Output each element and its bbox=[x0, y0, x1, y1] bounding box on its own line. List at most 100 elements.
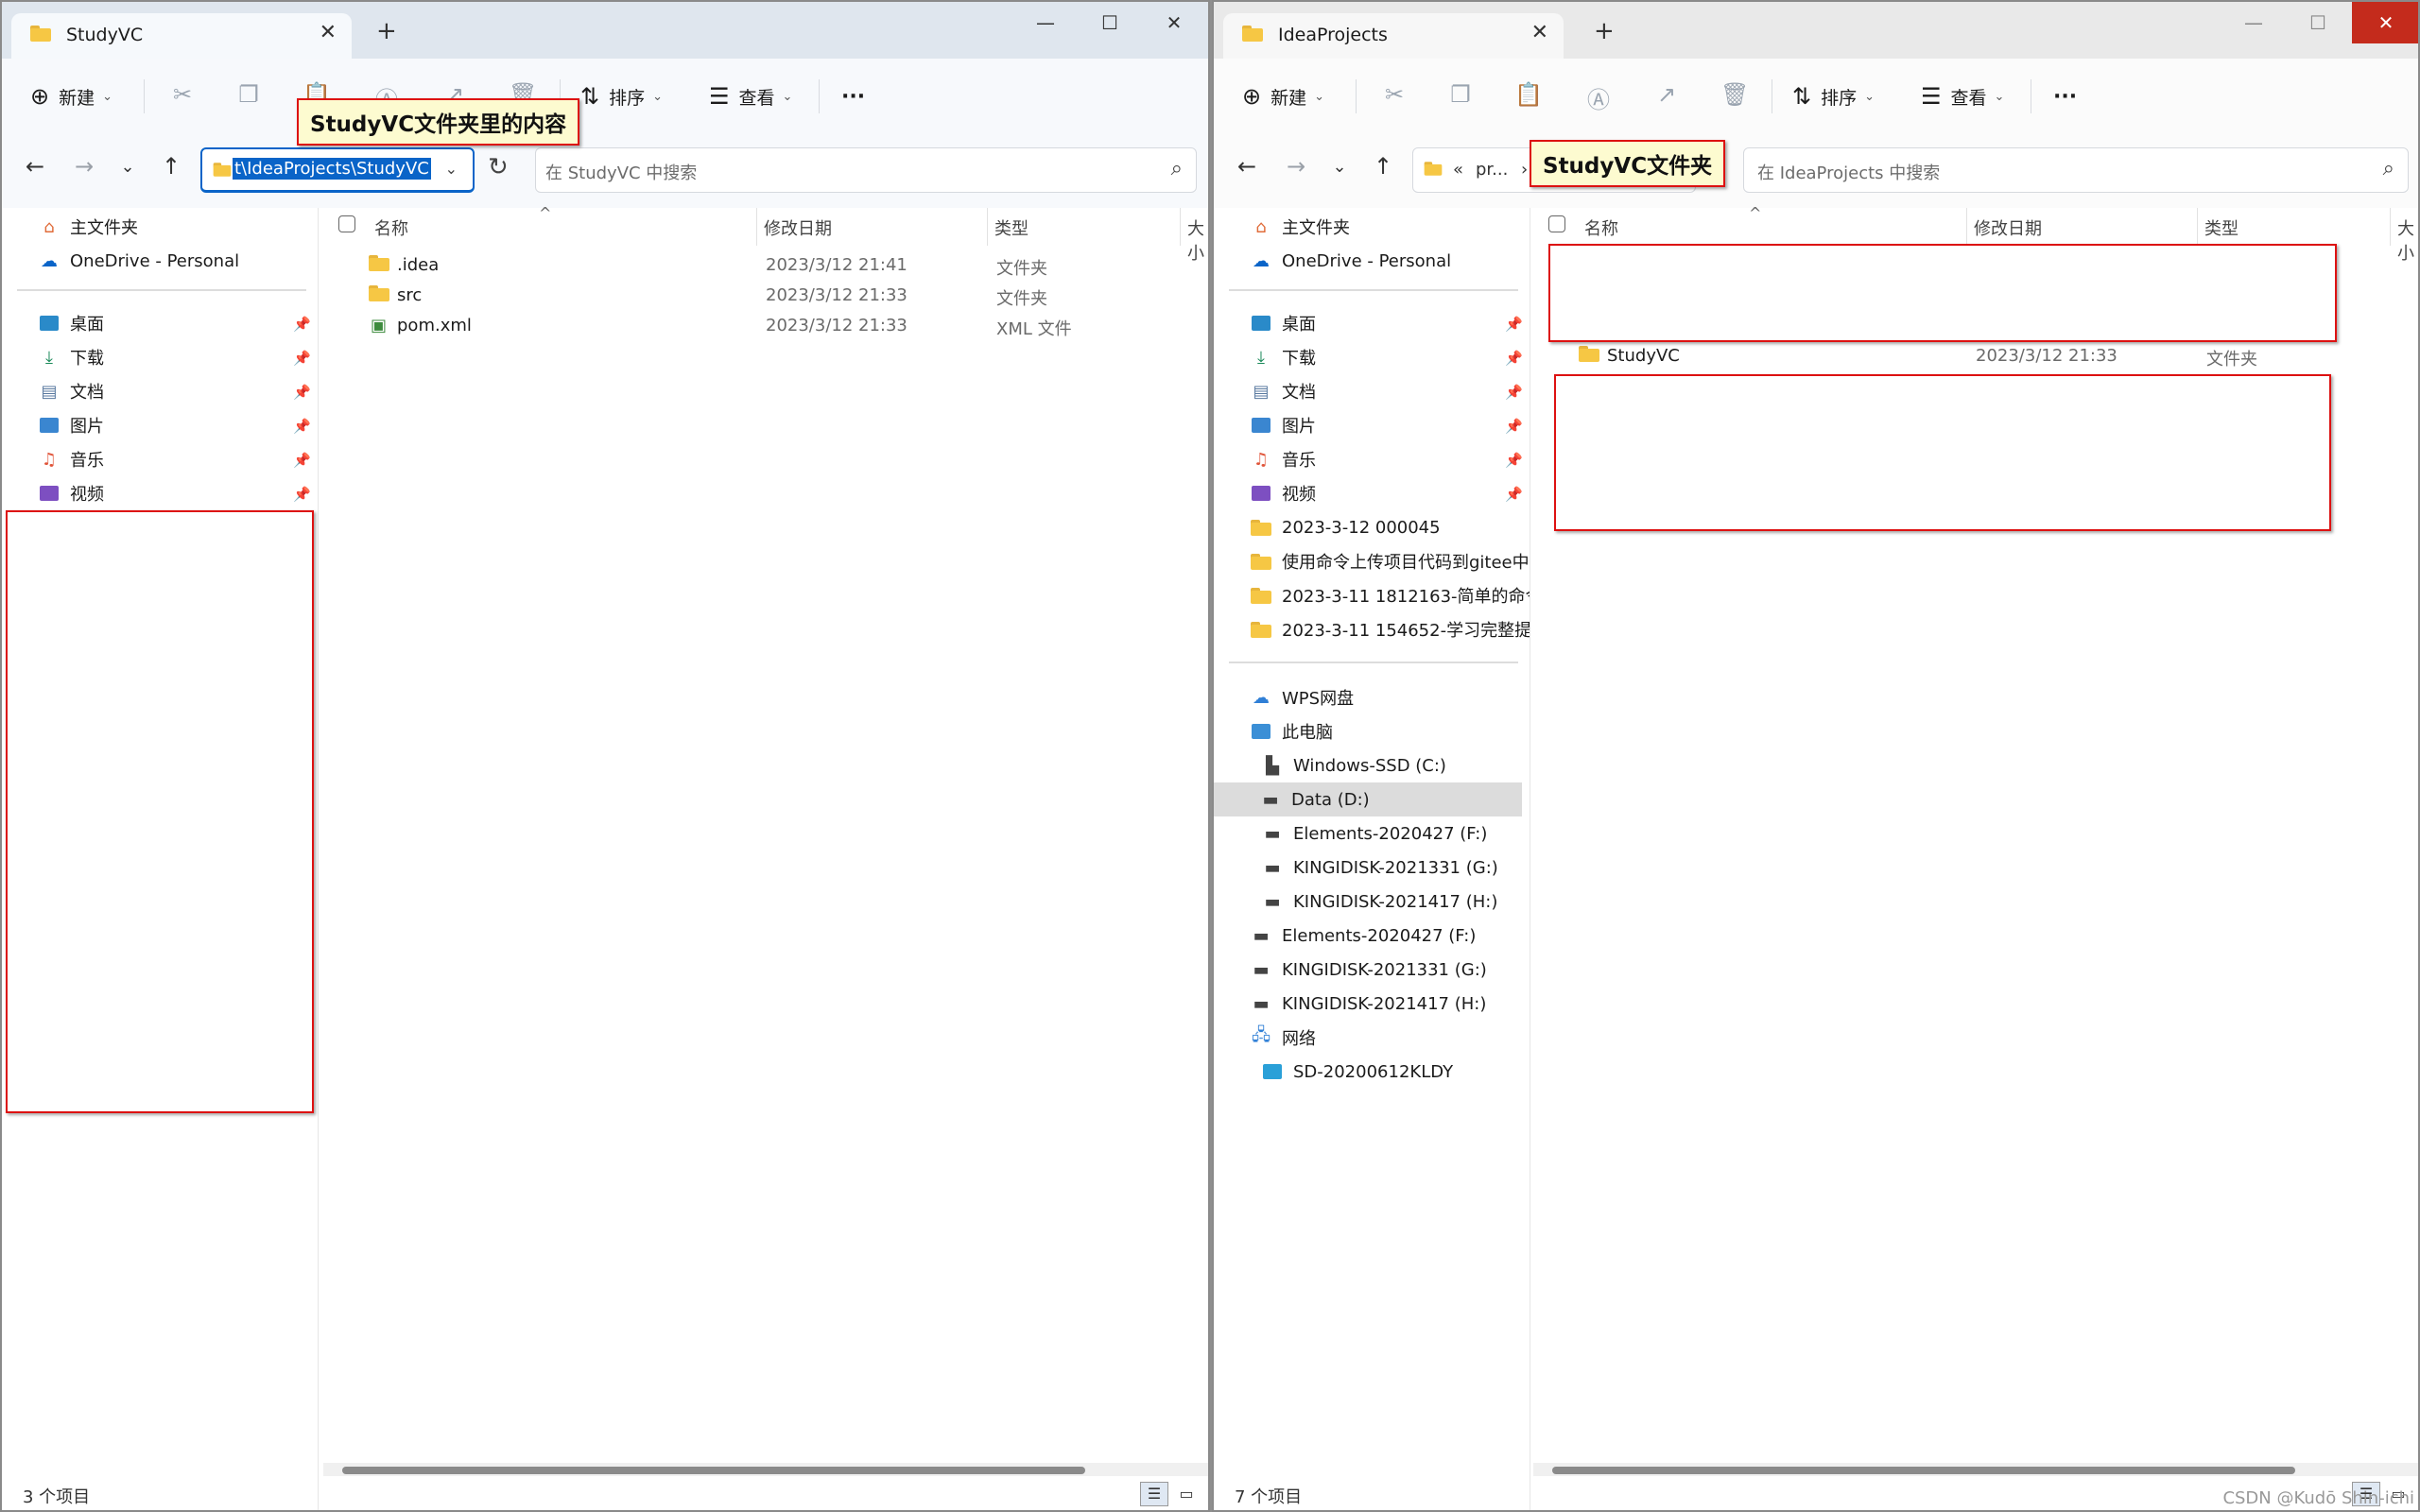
nav-home[interactable]: ⌂ 主文件夹 bbox=[1248, 210, 1350, 244]
nav-pictures[interactable]: 图片 bbox=[36, 408, 104, 442]
tab-close-icon[interactable]: ✕ bbox=[1531, 21, 1548, 44]
column-divider[interactable] bbox=[2197, 208, 2198, 246]
nav-recent-folder[interactable]: 2023-3-11 154652-学习完整提 bbox=[1248, 612, 1530, 646]
new-tab-plus-icon[interactable]: + bbox=[376, 17, 397, 45]
pin-icon[interactable]: 📌 bbox=[293, 316, 311, 333]
cut-icon[interactable]: ✂ bbox=[168, 81, 197, 108]
nav-downloads[interactable]: ⤓ 下载 bbox=[1248, 340, 1316, 374]
nav-pictures[interactable]: 图片 bbox=[1248, 408, 1316, 442]
table-row[interactable]: ▣ pom.xml 2023/3/12 21:33 XML 文件 bbox=[320, 312, 1208, 342]
more-options-button[interactable]: ··· bbox=[841, 59, 865, 134]
nav-drive[interactable]: ▬ Elements-2020427 (F:) bbox=[1248, 919, 1476, 953]
paste-icon[interactable]: 📋 bbox=[1514, 81, 1543, 108]
pin-icon[interactable]: 📌 bbox=[1505, 452, 1523, 469]
tab-close-icon[interactable]: ✕ bbox=[320, 21, 337, 44]
maximize-button[interactable]: ☐ bbox=[2284, 2, 2352, 43]
pin-icon[interactable]: 📌 bbox=[293, 350, 311, 367]
view-button[interactable]: ☰ 查看 ⌄ bbox=[1921, 59, 2004, 134]
details-view-icon[interactable]: ☰ bbox=[1140, 1482, 1168, 1506]
nav-onedrive[interactable]: ☁ OneDrive - Personal bbox=[1248, 244, 1451, 278]
recent-locations-chevron-icon[interactable]: ⌄ bbox=[1323, 157, 1356, 177]
new-tab-plus-icon[interactable]: + bbox=[1594, 17, 1615, 45]
forward-arrow-icon[interactable]: → bbox=[1280, 153, 1312, 180]
view-button[interactable]: ☰ 查看 ⌄ bbox=[709, 59, 792, 134]
address-segment[interactable]: pr... bbox=[1476, 160, 1508, 180]
table-row[interactable]: .idea 2023/3/12 21:41 文件夹 bbox=[320, 251, 1208, 282]
more-options-button[interactable]: ··· bbox=[2053, 59, 2077, 134]
search-box[interactable]: 在 IdeaProjects 中搜索 ⌕ bbox=[1743, 147, 2409, 193]
tiles-view-icon[interactable]: ▭ bbox=[1172, 1482, 1201, 1506]
nav-drive[interactable]: ▬ Elements-2020427 (F:) bbox=[1259, 816, 1487, 850]
close-window-button[interactable]: ✕ bbox=[1140, 2, 1208, 43]
nav-this-pc[interactable]: 此电脑 bbox=[1248, 714, 1333, 748]
nav-videos[interactable]: 视频 bbox=[1248, 476, 1316, 510]
minimize-button[interactable]: — bbox=[1011, 2, 1080, 43]
address-bar[interactable]: t\IdeaProjects\StudyVC ⌄ bbox=[200, 147, 475, 193]
nav-documents[interactable]: ▤ 文档 bbox=[36, 374, 104, 408]
nav-desktop[interactable]: 桌面 bbox=[36, 306, 104, 340]
up-arrow-icon[interactable]: ↑ bbox=[155, 153, 187, 180]
nav-recent-folder[interactable]: 使用命令上传项目代码到gitee中 bbox=[1248, 544, 1530, 578]
copy-icon[interactable]: ❐ bbox=[234, 81, 263, 108]
up-arrow-icon[interactable]: ↑ bbox=[1367, 153, 1399, 180]
address-overflow[interactable]: « bbox=[1453, 160, 1463, 180]
copy-icon[interactable]: ❐ bbox=[1446, 81, 1475, 108]
nav-downloads[interactable]: ⤓ 下载 bbox=[36, 340, 104, 374]
horizontal-scrollbar[interactable] bbox=[323, 1463, 1208, 1476]
pin-icon[interactable]: 📌 bbox=[1505, 316, 1523, 333]
nav-desktop[interactable]: 桌面 bbox=[1248, 306, 1316, 340]
sort-button[interactable]: ⇅ 排序 ⌄ bbox=[1792, 59, 1875, 134]
pin-icon[interactable]: 📌 bbox=[293, 384, 311, 401]
nav-recent-folder[interactable]: 2023-3-11 1812163-简单的命令 bbox=[1248, 578, 1530, 612]
column-divider[interactable] bbox=[2390, 208, 2391, 246]
pin-icon[interactable]: 📌 bbox=[1505, 418, 1523, 435]
forward-arrow-icon[interactable]: → bbox=[68, 153, 100, 180]
share-icon[interactable]: ↗ bbox=[1652, 81, 1681, 108]
minimize-button[interactable]: — bbox=[2220, 2, 2288, 43]
table-row[interactable]: StudyVC 2023/3/12 21:33 文件夹 bbox=[1530, 342, 2418, 372]
address-chevron-icon[interactable]: › bbox=[1521, 160, 1528, 180]
back-arrow-icon[interactable]: ← bbox=[19, 153, 51, 180]
new-button[interactable]: ⊕ 新建 ⌄ bbox=[1242, 59, 1324, 134]
back-arrow-icon[interactable]: ← bbox=[1231, 153, 1263, 180]
nav-music[interactable]: ♫ 音乐 bbox=[1248, 442, 1316, 476]
recent-locations-chevron-icon[interactable]: ⌄ bbox=[112, 157, 144, 177]
pin-icon[interactable]: 📌 bbox=[293, 486, 311, 503]
close-window-button[interactable]: ✕ bbox=[2352, 2, 2418, 43]
nav-home[interactable]: ⌂ 主文件夹 bbox=[36, 210, 138, 244]
pin-icon[interactable]: 📌 bbox=[1505, 486, 1523, 503]
nav-drive-selected[interactable]: ▬ Data (D:) bbox=[1214, 782, 1522, 816]
nav-network[interactable]: 🖧 网络 bbox=[1248, 1021, 1316, 1055]
nav-drive[interactable]: ▙ Windows-SSD (C:) bbox=[1259, 748, 1446, 782]
nav-drive[interactable]: ▬ KINGIDISK-2021417 (H:) bbox=[1248, 987, 1486, 1021]
pin-icon[interactable]: 📌 bbox=[1505, 384, 1523, 401]
scrollbar-thumb[interactable] bbox=[342, 1467, 1085, 1474]
select-all-checkbox[interactable] bbox=[338, 215, 355, 232]
column-type[interactable]: 类型 bbox=[994, 215, 1028, 240]
column-date[interactable]: 修改日期 bbox=[1974, 215, 2042, 240]
column-divider[interactable] bbox=[1180, 208, 1181, 246]
tab-ideaprojects[interactable]: IdeaProjects ✕ bbox=[1223, 13, 1564, 59]
column-type[interactable]: 类型 bbox=[2204, 215, 2238, 240]
nav-recent-folder[interactable]: 2023-3-12 000045 bbox=[1248, 510, 1441, 544]
pin-icon[interactable]: 📌 bbox=[1505, 350, 1523, 367]
column-size[interactable]: 大小 bbox=[2397, 215, 2418, 265]
scrollbar-thumb[interactable] bbox=[1552, 1467, 2295, 1474]
rename-icon[interactable]: Ⓐ bbox=[1584, 81, 1613, 114]
pin-icon[interactable]: 📌 bbox=[293, 418, 311, 435]
delete-icon[interactable]: 🗑 bbox=[1720, 81, 1749, 108]
column-divider[interactable] bbox=[1966, 208, 1967, 246]
nav-drive[interactable]: ▬ KINGIDISK-2021417 (H:) bbox=[1259, 885, 1497, 919]
select-all-checkbox[interactable] bbox=[1548, 215, 1565, 232]
column-divider[interactable] bbox=[756, 208, 757, 246]
table-row[interactable]: src 2023/3/12 21:33 文件夹 bbox=[320, 282, 1208, 312]
maximize-button[interactable]: ☐ bbox=[1076, 2, 1144, 43]
column-divider[interactable] bbox=[987, 208, 988, 246]
nav-network-computer[interactable]: SD-20200612KLDY bbox=[1259, 1055, 1453, 1089]
nav-drive[interactable]: ▬ KINGIDISK-2021331 (G:) bbox=[1259, 850, 1497, 885]
column-name[interactable]: 名称 bbox=[1584, 215, 1618, 240]
cut-icon[interactable]: ✂ bbox=[1380, 81, 1409, 108]
nav-music[interactable]: ♫ 音乐 bbox=[36, 442, 104, 476]
horizontal-scrollbar[interactable] bbox=[1533, 1463, 2418, 1476]
nav-drive[interactable]: ▬ KINGIDISK-2021331 (G:) bbox=[1248, 953, 1486, 987]
